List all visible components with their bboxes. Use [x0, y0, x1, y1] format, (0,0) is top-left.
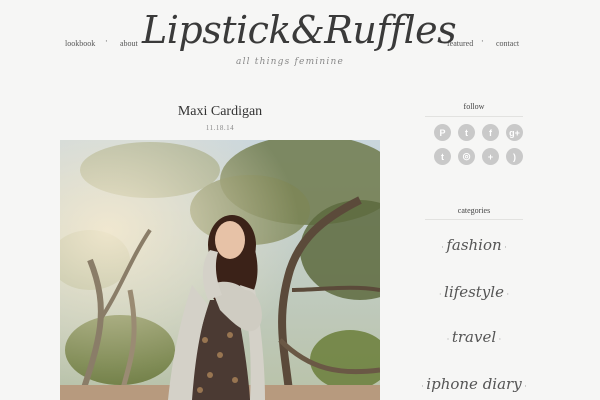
category-fashion[interactable]: · fashion ·: [420, 236, 528, 254]
tumblr-icon[interactable]: t: [434, 148, 451, 165]
category-label: iphone diary: [426, 375, 522, 393]
nav-link-contact[interactable]: contact: [496, 39, 519, 48]
category-travel[interactable]: · travel ·: [420, 328, 528, 346]
nav-link-lookbook[interactable]: lookbook: [65, 39, 95, 48]
facebook-icon[interactable]: f: [482, 124, 499, 141]
nav-link-about[interactable]: about: [120, 39, 138, 48]
follow-heading: follow: [463, 102, 485, 111]
google-plus-icon[interactable]: g+: [506, 124, 523, 141]
category-iphone-diary[interactable]: · iphone diary ·: [420, 375, 528, 393]
category-lifestyle[interactable]: · lifestyle ·: [420, 283, 528, 301]
follow-divider: [425, 116, 523, 117]
bloglovin-icon[interactable]: +: [482, 148, 499, 165]
category-label: fashion: [446, 236, 502, 254]
category-label: travel: [451, 328, 497, 346]
site-logo[interactable]: Lipstick&Ruffles: [142, 4, 457, 56]
post-photo: [60, 140, 380, 400]
twitter-icon[interactable]: t: [458, 124, 475, 141]
pinterest-icon[interactable]: P: [434, 124, 451, 141]
nav-separator: ·: [105, 37, 108, 47]
rss-icon[interactable]: ): [506, 148, 523, 165]
nav-separator: ·: [481, 37, 484, 47]
site-tagline: all things feminine: [236, 57, 344, 67]
category-label: lifestyle: [444, 283, 504, 301]
categories-heading: categories: [457, 206, 491, 215]
categories-divider: [425, 219, 523, 220]
post-date: 11.18.14: [205, 124, 235, 132]
post-title[interactable]: Maxi Cardigan: [60, 104, 380, 120]
instagram-icon[interactable]: ◎: [458, 148, 475, 165]
